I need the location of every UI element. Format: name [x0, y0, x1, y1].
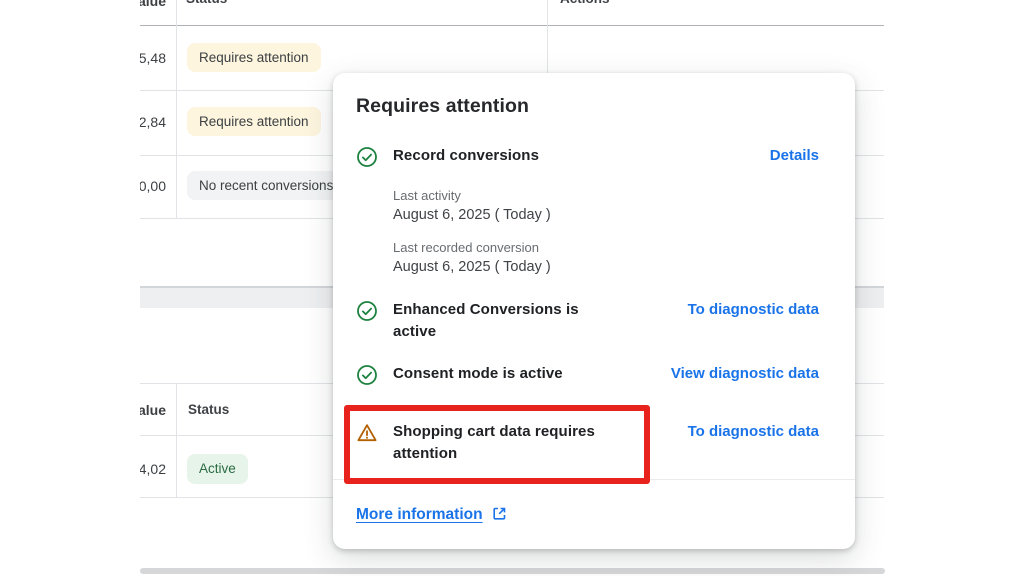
popup-item-consent-mode: Consent mode is active View diagnostic d…: [356, 363, 819, 391]
more-information-label: More information: [356, 506, 483, 523]
popup-item-label: Consent mode is active: [380, 363, 625, 385]
page-canvas: Value Status Actions 5,48 Requires atten…: [0, 0, 1024, 576]
status-badge-active[interactable]: Active: [187, 454, 248, 484]
more-information-link[interactable]: More information: [356, 504, 507, 526]
table-cell-value-clip: 5,48: [140, 44, 166, 72]
detail-group: Last activity August 6, 2025 ( Today ): [393, 188, 819, 226]
detail-value: August 6, 2025 ( Today ): [393, 256, 819, 278]
external-link-icon: [492, 506, 507, 521]
lower-header-status: Status: [188, 402, 229, 417]
table-cell-value: 0,00: [140, 172, 166, 200]
requires-attention-popup: Requires attention Record conversions De…: [333, 73, 855, 549]
popup-item-label: Record conversions: [380, 145, 625, 167]
popup-item-label: Shopping cart data requires attention: [380, 421, 625, 465]
upper-header-divider: [140, 25, 884, 26]
check-circle-icon: [356, 299, 380, 327]
to-diagnostic-data-link[interactable]: To diagnostic data: [625, 421, 819, 443]
upper-header-value-clip: Value: [140, 0, 166, 11]
table-cell-value-clip: 2,84: [140, 108, 166, 136]
detail-label: Last recorded conversion: [393, 240, 819, 256]
popup-item-label: Enhanced Conversions is active: [380, 299, 625, 343]
detail-value: August 6, 2025 ( Today ): [393, 204, 819, 226]
popup-footer-divider: [333, 479, 855, 480]
to-diagnostic-data-link[interactable]: To diagnostic data: [625, 299, 819, 321]
column-divider: [176, 0, 177, 218]
table-cell-value: 5,48: [140, 44, 166, 72]
details-link[interactable]: Details: [625, 145, 819, 167]
warning-triangle-icon: [356, 421, 380, 449]
upper-header-value: Value: [140, 0, 166, 11]
check-circle-icon: [356, 145, 380, 173]
detail-label: Last activity: [393, 188, 819, 204]
upper-header-status: Status: [186, 0, 227, 6]
table-cell-value: 2,84: [140, 108, 166, 136]
column-divider: [176, 383, 177, 497]
table-cell-value-clip: 4,02: [140, 455, 166, 483]
popup-item-record-conversions: Record conversions Details: [356, 145, 819, 173]
horizontal-scrollbar[interactable]: [140, 568, 885, 574]
lower-header-value-clip: Value: [140, 399, 166, 421]
popup-item-enhanced-conversions: Enhanced Conversions is active To diagno…: [356, 299, 819, 343]
lower-header-value: Value: [140, 399, 166, 421]
view-diagnostic-data-link[interactable]: View diagnostic data: [625, 363, 819, 385]
popup-item-shopping-cart-data: Shopping cart data requires attention To…: [356, 421, 819, 465]
check-circle-icon: [356, 363, 380, 391]
upper-header-actions: Actions: [560, 0, 610, 6]
detail-group: Last recorded conversion August 6, 2025 …: [393, 240, 819, 278]
status-badge-requires-attention[interactable]: Requires attention: [187, 107, 321, 136]
table-cell-value-clip: 0,00: [140, 172, 166, 200]
status-badge-requires-attention[interactable]: Requires attention: [187, 43, 321, 72]
popup-title: Requires attention: [356, 95, 819, 118]
status-badge-no-recent-conversions[interactable]: No recent conversions: [187, 171, 345, 200]
table-cell-value: 4,02: [140, 455, 166, 483]
record-conversions-details: Last activity August 6, 2025 ( Today ) L…: [393, 188, 819, 278]
